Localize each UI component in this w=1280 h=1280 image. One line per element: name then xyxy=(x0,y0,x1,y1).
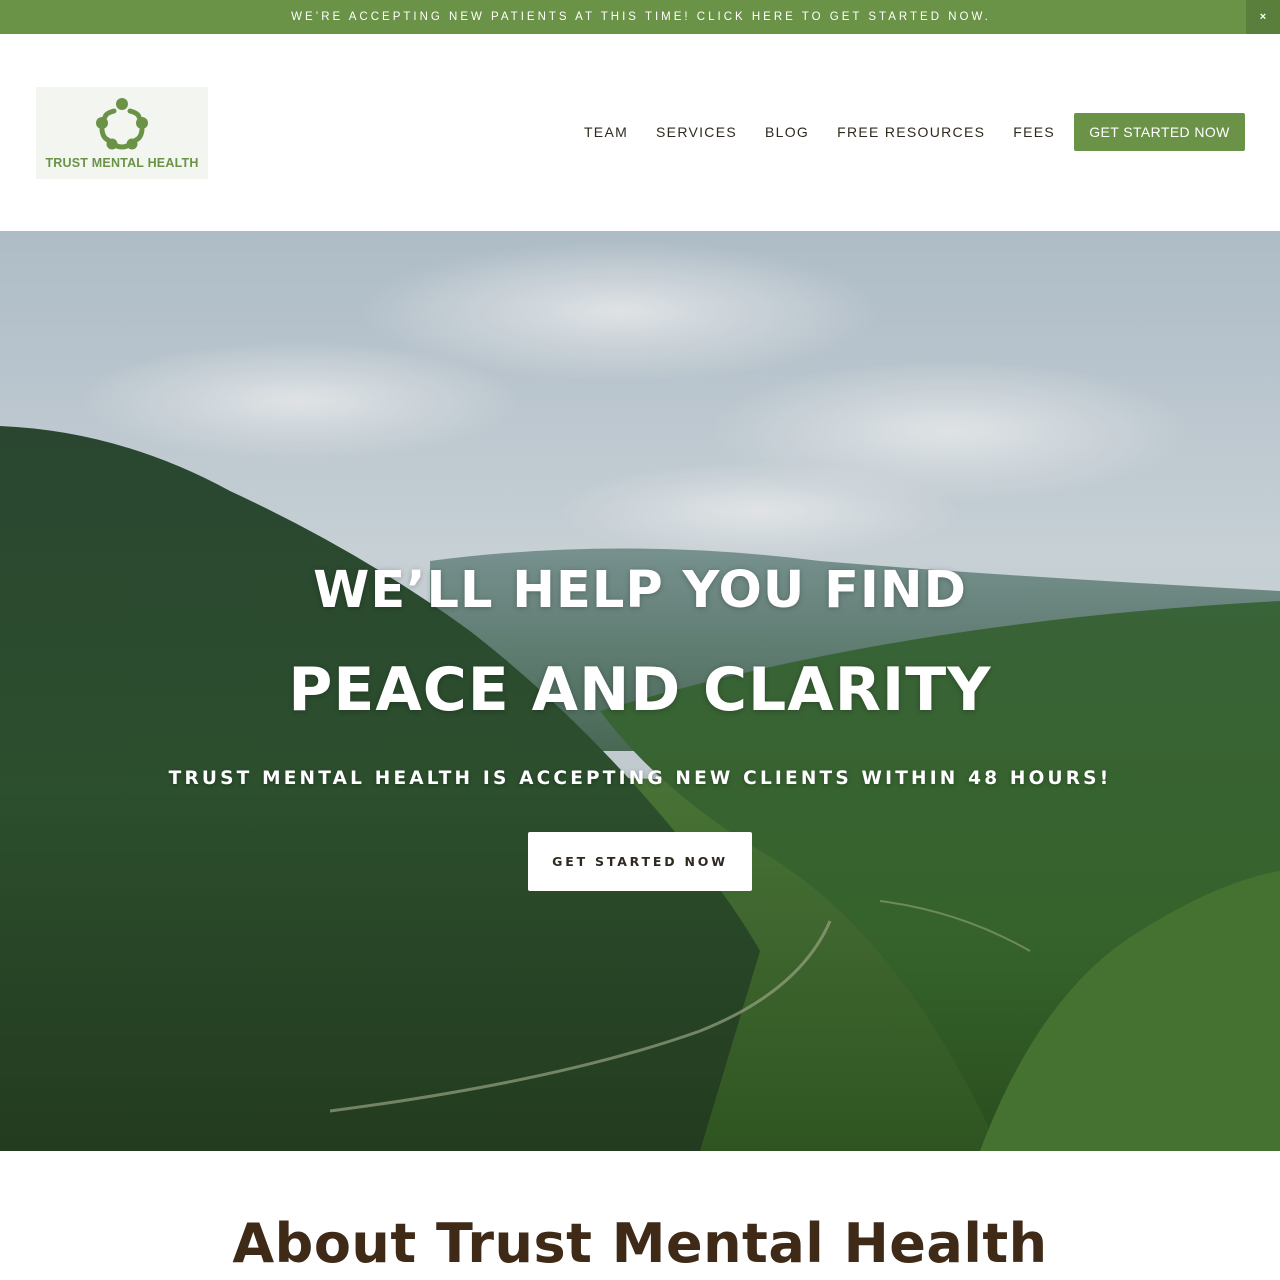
nav-item-services[interactable]: SERVICES xyxy=(656,124,737,140)
hero-section: WE’LL HELP YOU FIND PEACE AND CLARITY TR… xyxy=(0,231,1280,1151)
get-started-nav-button[interactable]: GET STARTED NOW xyxy=(1074,113,1245,151)
site-logo[interactable]: TRUST MENTAL HEALTH xyxy=(36,87,208,179)
hero-content: WE’LL HELP YOU FIND PEACE AND CLARITY TR… xyxy=(0,231,1280,1151)
site-header: TRUST MENTAL HEALTH TEAM SERVICES BLOG F… xyxy=(0,34,1280,231)
about-section-title: About Trust Mental Health xyxy=(232,1212,1048,1275)
get-started-hero-button[interactable]: GET STARTED NOW xyxy=(528,832,752,891)
people-circle-logo-icon xyxy=(96,98,148,150)
announcement-bar: We’re accepting new patients at this tim… xyxy=(0,0,1280,34)
logo-text: TRUST MENTAL HEALTH xyxy=(45,156,199,170)
hero-heading-line1: WE’LL HELP YOU FIND xyxy=(313,561,967,620)
nav-item-team[interactable]: TEAM xyxy=(584,124,628,140)
hero-subtitle: TRUST MENTAL HEALTH IS ACCEPTING NEW CLI… xyxy=(168,768,1112,789)
main-navigation: TEAM SERVICES BLOG FREE RESOURCES FEES G… xyxy=(584,113,1245,151)
close-announcement-button[interactable]: × xyxy=(1246,0,1280,34)
nav-item-blog[interactable]: BLOG xyxy=(765,124,809,140)
announcement-link[interactable]: We’re accepting new patients at this tim… xyxy=(289,11,991,23)
hero-heading-line2: PEACE AND CLARITY xyxy=(288,655,992,725)
nav-item-fees[interactable]: FEES xyxy=(1013,124,1055,140)
close-icon: × xyxy=(1259,11,1267,23)
nav-item-free-resources[interactable]: FREE RESOURCES xyxy=(837,124,985,140)
